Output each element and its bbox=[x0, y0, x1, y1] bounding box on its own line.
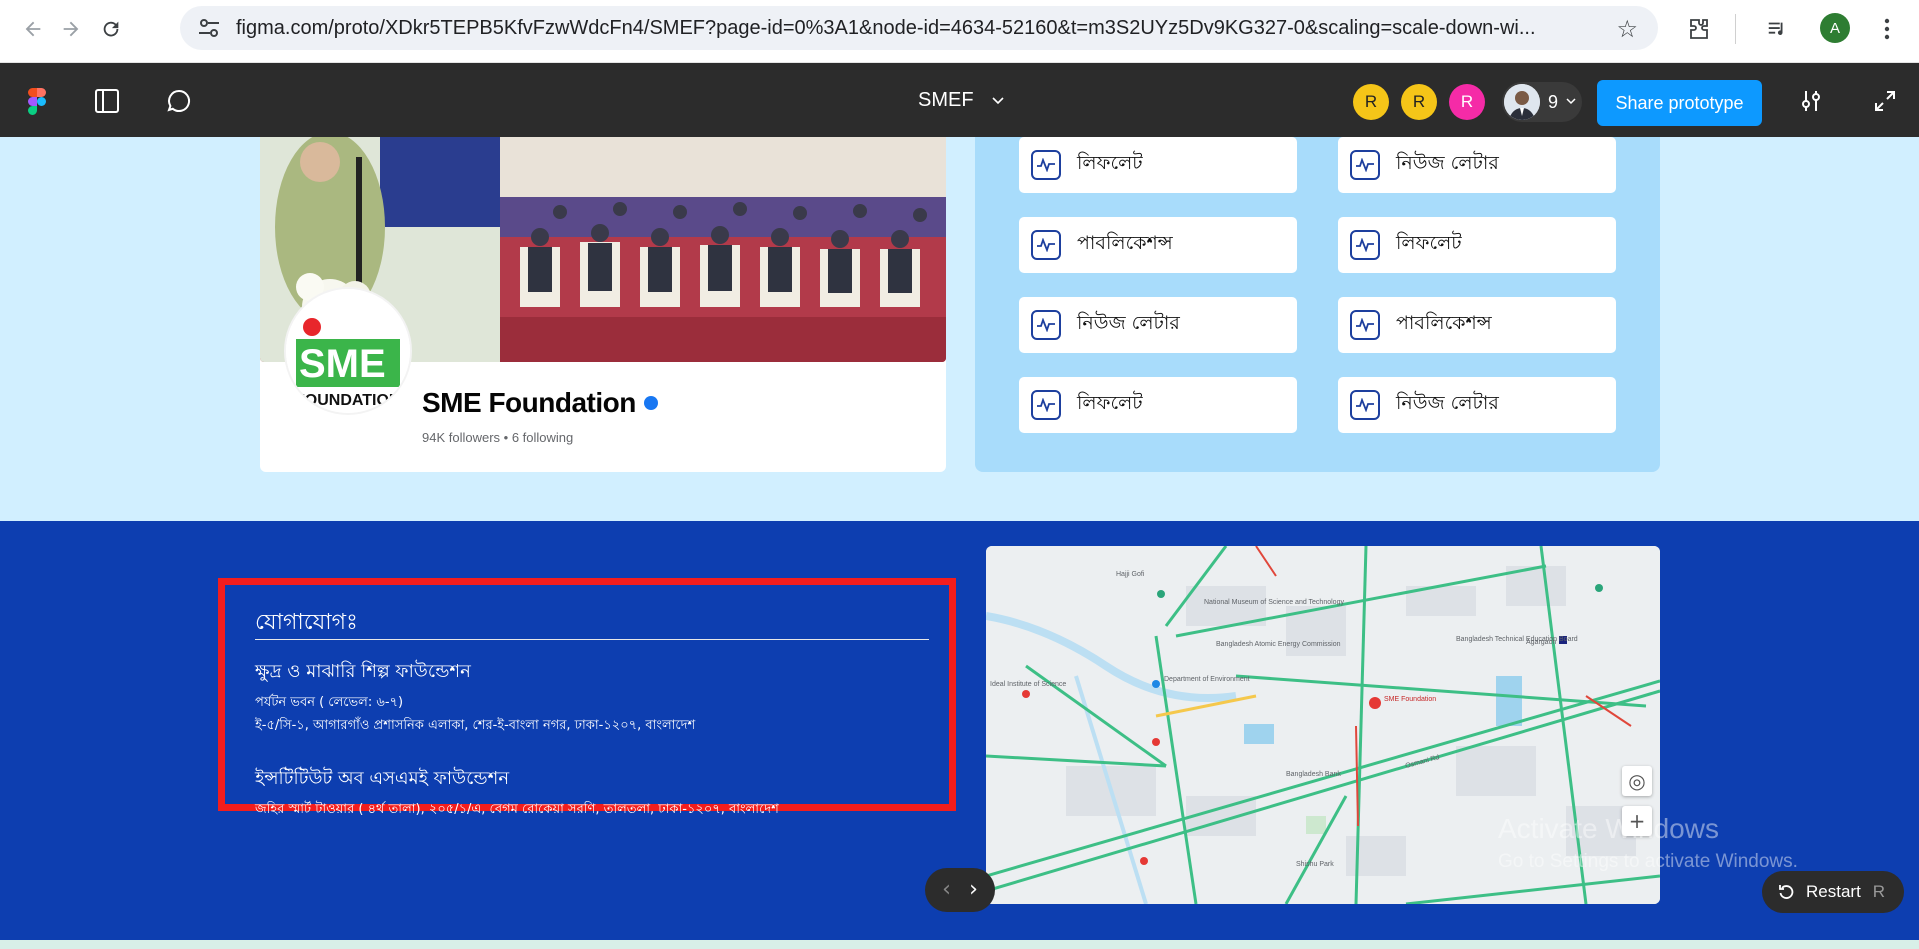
url-text[interactable]: figma.com/proto/XDkr5TEPB5KfvFzwWdcFn4/S… bbox=[236, 6, 1576, 50]
restart-shortcut: R bbox=[1872, 882, 1886, 901]
map-label: Bangladesh Bank bbox=[1286, 771, 1341, 778]
resource-item[interactable]: পাবলিকেশন্স bbox=[1338, 297, 1616, 353]
divider bbox=[255, 639, 929, 640]
contact-block: যোগাযোগঃ ক্ষুদ্র ও মাঝারি শিল্প ফাউন্ডেশ… bbox=[218, 578, 956, 817]
forward-icon[interactable] bbox=[56, 14, 86, 44]
windows-watermark-subtitle: Go to Settings to activate Windows. bbox=[1498, 851, 1798, 872]
address-line: পর্যটন ভবন ( লেভেল: ৬-৭) bbox=[255, 695, 404, 710]
settings-sliders-icon[interactable] bbox=[1795, 85, 1827, 117]
resource-item[interactable]: নিউজ লেটার bbox=[1338, 377, 1616, 433]
prototype-pager: ‹ › bbox=[925, 868, 995, 912]
browser-menu-icon[interactable] bbox=[1872, 14, 1902, 44]
reload-icon[interactable] bbox=[96, 14, 126, 44]
figma-toolbar: SMEF R R R 9 Share prototype bbox=[0, 63, 1919, 137]
address-bar[interactable]: figma.com/proto/XDkr5TEPB5KfvFzwWdcFn4/S… bbox=[180, 6, 1658, 50]
map-label: Shishu Park bbox=[1296, 861, 1334, 868]
file-title[interactable]: SMEF bbox=[918, 63, 974, 137]
viewers-button[interactable]: 9 bbox=[1502, 82, 1582, 122]
activity-icon bbox=[1350, 310, 1380, 340]
my-location-icon[interactable]: ◎ bbox=[1622, 766, 1652, 796]
address-line: জহির স্মার্ট টাওয়ার ( ৪র্থ তালা), ২০৫/১… bbox=[255, 802, 779, 817]
activity-icon bbox=[1031, 390, 1061, 420]
activity-icon bbox=[1350, 150, 1380, 180]
restart-icon bbox=[1779, 885, 1794, 899]
profile-avatar[interactable]: A bbox=[1820, 13, 1850, 43]
chevron-right-icon[interactable]: › bbox=[969, 879, 978, 901]
back-icon[interactable] bbox=[18, 14, 48, 44]
map-pin-icon bbox=[1369, 697, 1381, 709]
logo-text-foundation: FOUNDATION bbox=[295, 392, 400, 409]
user-photo-avatar bbox=[1504, 84, 1540, 120]
sidebar-toggle-icon[interactable] bbox=[91, 85, 123, 117]
windows-watermark-title: Activate Windows bbox=[1498, 813, 1719, 844]
toolbar-divider bbox=[1735, 14, 1739, 44]
site-settings-icon[interactable] bbox=[198, 18, 220, 38]
collaborator-avatar[interactable]: R bbox=[1353, 84, 1389, 120]
map-label: Bangladesh Atomic Energy Commission bbox=[1216, 641, 1341, 648]
activity-icon bbox=[1350, 390, 1380, 420]
page-stats: 94K followers • 6 following bbox=[422, 430, 574, 445]
map-label: Bangladesh Technical Education Board bbox=[1456, 636, 1578, 643]
resource-item[interactable]: নিউজ লেটার bbox=[1338, 137, 1616, 193]
extensions-icon[interactable] bbox=[1684, 14, 1714, 44]
logo-text-sme: SME bbox=[299, 342, 386, 386]
activity-icon bbox=[1031, 230, 1061, 260]
resource-item[interactable]: পাবলিকেশন্স bbox=[1019, 217, 1297, 273]
chevron-down-icon bbox=[1566, 98, 1576, 105]
collaborator-avatar[interactable]: R bbox=[1401, 84, 1437, 120]
next-section-edge bbox=[0, 940, 1919, 949]
map-label: SME Foundation bbox=[1384, 696, 1436, 703]
address-line: ই-৫/সি-১, আগারগাঁও প্রশাসনিক এলাকা, শের-… bbox=[255, 718, 696, 733]
activity-icon bbox=[1350, 230, 1380, 260]
page-name[interactable]: SME Foundation bbox=[422, 387, 658, 419]
activity-icon bbox=[1031, 310, 1061, 340]
org-name: ক্ষুদ্র ও মাঝারি শিল্প ফাউন্ডেশন bbox=[255, 661, 471, 682]
verified-badge-icon bbox=[643, 396, 658, 410]
resource-item[interactable]: নিউজ লেটার bbox=[1019, 297, 1297, 353]
restart-label: Restart bbox=[1806, 882, 1861, 901]
map-label: Hajji Gofi bbox=[1116, 571, 1145, 578]
map-label: Agargaon bbox=[1526, 639, 1556, 646]
restart-button[interactable]: Restart R bbox=[1762, 871, 1904, 913]
org-name: ইন্সটিটিউট অব এসএমই ফাউন্ডেশন bbox=[255, 768, 510, 789]
collaborator-avatar[interactable]: R bbox=[1449, 84, 1485, 120]
media-control-icon[interactable] bbox=[1762, 14, 1792, 44]
resources-panel: লিফলেট নিউজ লেটার পাবলিকেশন্স লিফলেট নিউ… bbox=[975, 137, 1660, 472]
activity-icon bbox=[1031, 150, 1061, 180]
resource-item[interactable]: লিফলেট bbox=[1019, 377, 1297, 433]
page-logo: SME FOUNDATION bbox=[286, 289, 410, 413]
figma-logo-icon[interactable] bbox=[21, 85, 53, 117]
resource-item[interactable]: লিফলেট bbox=[1338, 217, 1616, 273]
comment-icon[interactable] bbox=[163, 85, 195, 117]
map-label: Department of Environment bbox=[1164, 676, 1250, 683]
facebook-page-card[interactable]: SME FOUNDATION SME Foundation 94K follow… bbox=[260, 137, 946, 472]
resource-item[interactable]: লিফলেট bbox=[1019, 137, 1297, 193]
footer-section: যোগাযোগঃ ক্ষুদ্র ও মাঝারি শিল্প ফাউন্ডেশ… bbox=[0, 521, 1919, 949]
map-label: Ideal Institute of Science bbox=[990, 681, 1066, 688]
expand-icon[interactable] bbox=[1869, 85, 1901, 117]
map-label: National Museum of Science and Technolog… bbox=[1204, 599, 1344, 606]
contact-heading: যোগাযোগঃ bbox=[255, 610, 358, 635]
share-prototype-button[interactable]: Share prototype bbox=[1597, 80, 1762, 126]
bookmark-star-icon[interactable]: ☆ bbox=[1616, 15, 1638, 43]
viewer-count: 9 bbox=[1548, 92, 1559, 112]
browser-toolbar: figma.com/proto/XDkr5TEPB5KfvFzwWdcFn4/S… bbox=[0, 0, 1919, 63]
chevron-down-icon[interactable] bbox=[984, 85, 1012, 117]
chevron-left-icon[interactable]: ‹ bbox=[942, 879, 951, 901]
prototype-canvas: SME FOUNDATION SME Foundation 94K follow… bbox=[0, 137, 1919, 949]
